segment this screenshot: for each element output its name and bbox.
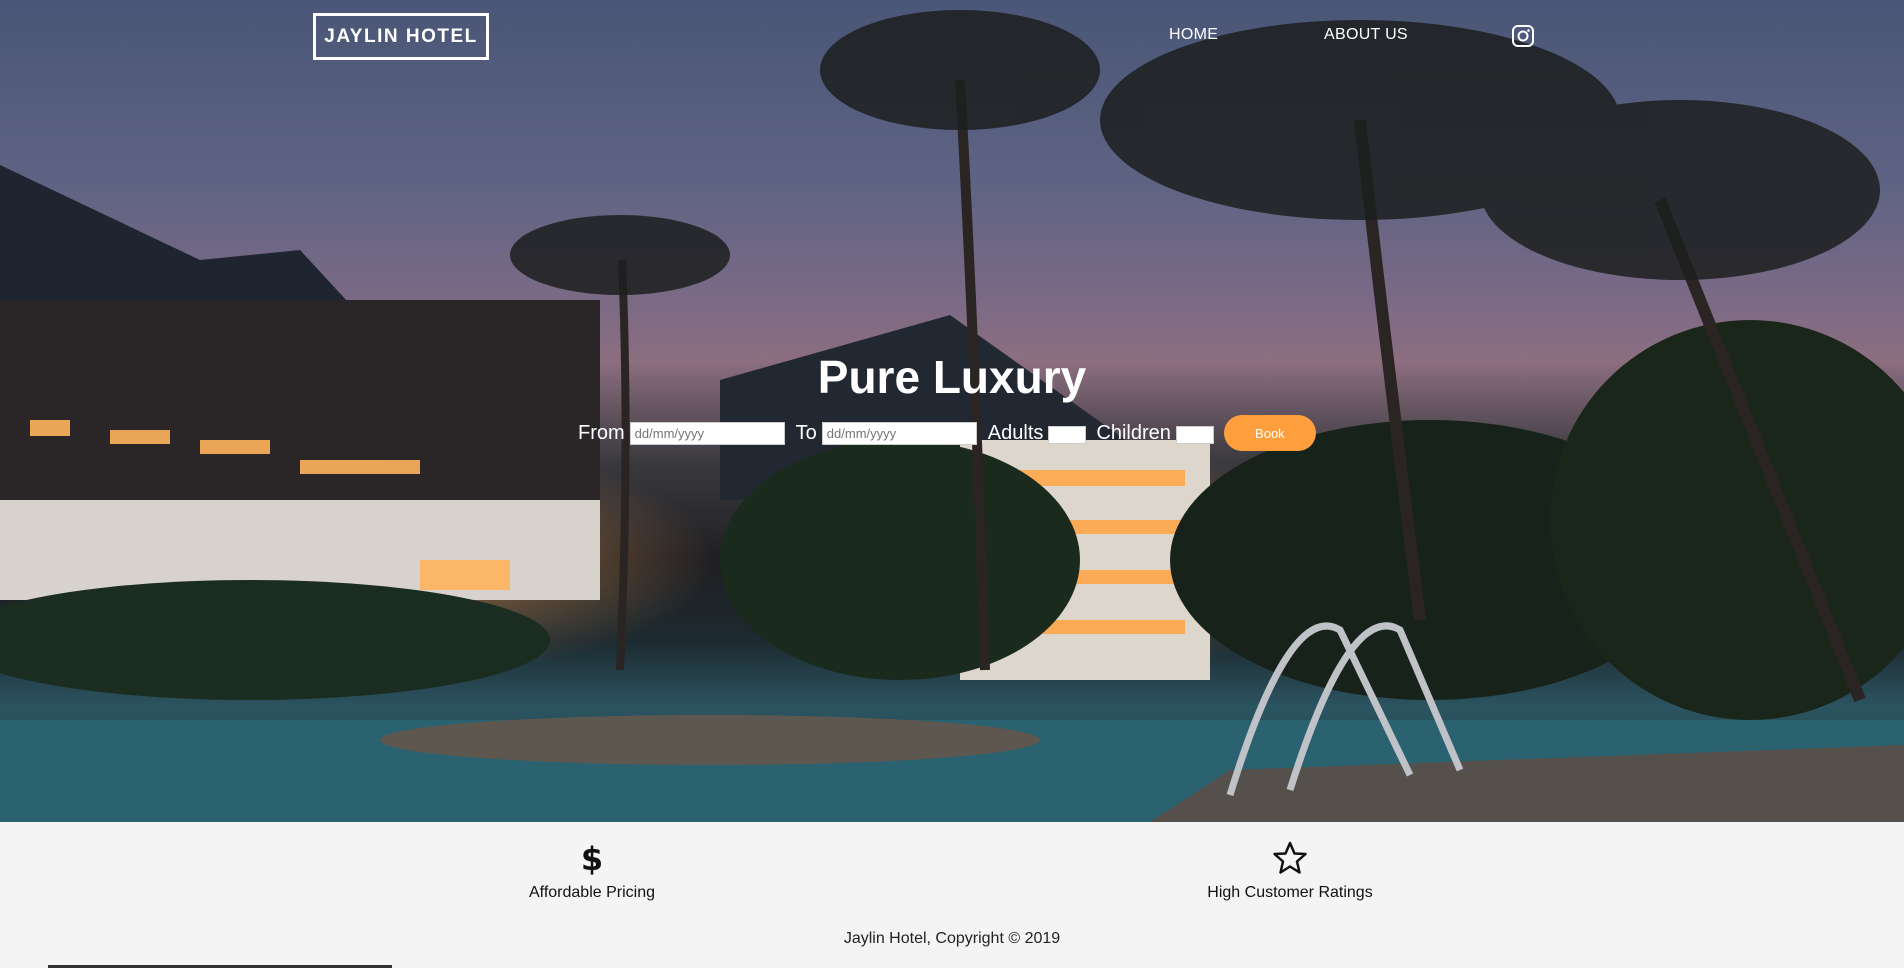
instagram-icon[interactable] [1511, 24, 1535, 48]
dollar-icon: $ [581, 840, 603, 876]
adults-label: Adults [987, 421, 1044, 444]
feature-high-ratings: High Customer Ratings [1190, 822, 1390, 902]
feature-title: Affordable Pricing [529, 884, 655, 901]
from-date-input[interactable] [629, 421, 785, 445]
to-label: To [795, 421, 817, 444]
nav-home-link[interactable]: HOME [1169, 26, 1218, 44]
adults-input[interactable] [1048, 426, 1087, 444]
children-label: Children [1096, 421, 1171, 444]
to-date-input[interactable] [821, 421, 977, 445]
svg-text:$: $ [581, 840, 603, 876]
hotel-pool-background [0, 10, 1904, 822]
nav-about-link[interactable]: ABOUT US [1324, 26, 1408, 44]
star-icon [1273, 841, 1307, 874]
footer-copyright: Jaylin Hotel, Copyright © 2019 [843, 930, 1061, 947]
from-label: From [578, 421, 625, 444]
book-button[interactable]: Book [1223, 415, 1316, 451]
hotel-logo[interactable]: JAYLIN HOTEL [313, 13, 489, 60]
feature-affordable-pricing: $ Affordable Pricing [492, 822, 692, 902]
hero-headline: Pure Luxury [817, 351, 1087, 403]
feature-title: High Customer Ratings [1207, 884, 1373, 901]
children-input[interactable] [1175, 426, 1214, 444]
hero-section: JAYLIN HOTEL HOME ABOUT US Pure Luxury F… [0, 0, 1904, 822]
booking-form: From To Adults Children Book [578, 415, 1316, 451]
